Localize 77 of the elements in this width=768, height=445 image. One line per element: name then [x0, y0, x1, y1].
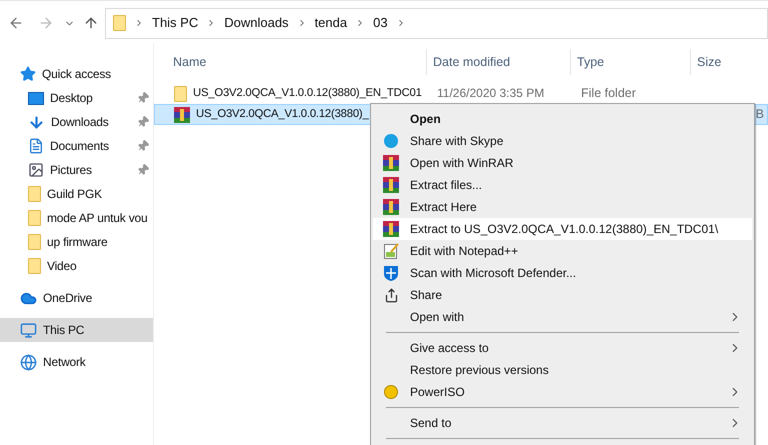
breadcrumb[interactable]: This PC: [152, 13, 198, 33]
monitor-icon: [20, 322, 37, 338]
breadcrumb[interactable]: Downloads: [224, 13, 289, 33]
sidebar-label: OneDrive: [43, 290, 92, 307]
column-header[interactable]: Name: [173, 52, 206, 72]
desktop-icon: [28, 92, 44, 104]
sidebar-label: up firmware: [47, 234, 108, 251]
network-icon: [20, 354, 37, 370]
menu-item[interactable]: Extract to US_O3V2.0QCA_V1.0.0.12(3880)_EN_TDC01\: [373, 218, 752, 240]
sidebar-label: Video: [47, 258, 76, 275]
file-name: US_O3V2.0QCA_V1.0.0.12(3880)_: [196, 107, 369, 122]
sidebar-label: Network: [43, 354, 86, 371]
menu-item[interactable]: Give access to: [373, 337, 752, 359]
notepad-icon: [384, 243, 398, 259]
breadcrumb[interactable]: tenda: [314, 13, 348, 33]
sidebar-item[interactable]: mode AP untuk vou: [0, 206, 153, 230]
menu-item[interactable]: Restore previous versions: [373, 359, 752, 381]
archive-icon: [383, 199, 399, 215]
column-header[interactable]: Date modified: [433, 52, 510, 72]
folder-icon: [28, 186, 41, 202]
menu-item[interactable]: Open: [373, 108, 752, 130]
breadcrumb[interactable]: 03: [373, 13, 388, 33]
shield-icon: [383, 265, 399, 281]
column-header[interactable]: Size: [697, 52, 722, 72]
sidebar-item[interactable]: Documents: [0, 134, 153, 158]
folder-icon: [113, 15, 126, 31]
menu-item[interactable]: Share: [373, 284, 752, 306]
folder-icon: [174, 86, 187, 102]
archive-icon: [383, 221, 399, 237]
sidebar-label: Downloads: [51, 114, 109, 131]
sidebar-item[interactable]: OneDrive: [0, 286, 153, 310]
picture-icon: [28, 162, 44, 178]
date-modified: 11/26/2020 3:35 PM: [437, 86, 544, 100]
archive-icon: [383, 177, 399, 193]
sidebar-item[interactable]: Network: [0, 350, 153, 374]
sidebar-item[interactable]: Quick access: [0, 62, 153, 86]
column-header[interactable]: Type: [577, 52, 604, 72]
file-row[interactable]: US_O3V2.0QCA_V1.0.0.12(3880)_EN_TDC01 11/26/2020 3:35 PM File folder: [154, 83, 768, 104]
sidebar-label: Quick access: [42, 66, 111, 83]
sidebar-item[interactable]: Guild PGK: [0, 182, 153, 206]
sidebar-label: Documents: [50, 138, 109, 155]
address-bar[interactable]: This PC Downloads tenda 03: [105, 8, 768, 38]
sidebar-item[interactable]: Video: [0, 254, 153, 278]
file-name: US_O3V2.0QCA_V1.0.0.12(3880)_EN_TDC01: [193, 86, 422, 102]
download-icon: [28, 114, 45, 130]
sidebar-label: Guild PGK: [47, 186, 102, 203]
menu-item[interactable]: Share with Skype: [373, 130, 752, 152]
sidebar-label: This PC: [43, 322, 84, 339]
sidebar-item[interactable]: This PC: [0, 318, 153, 342]
sidebar-item[interactable]: Downloads: [0, 110, 153, 134]
menu-item[interactable]: Extract Here: [373, 196, 752, 218]
share-icon: [384, 288, 398, 302]
folder-icon: [28, 234, 41, 250]
folder-icon: [28, 258, 41, 274]
menu-item[interactable]: Scan with Microsoft Defender...: [373, 262, 752, 284]
sidebar-item[interactable]: up firmware: [0, 230, 153, 254]
sidebar-item[interactable]: Desktop: [0, 86, 153, 110]
menu-item[interactable]: Open with WinRAR: [373, 152, 752, 174]
file-type: File folder: [581, 86, 636, 100]
menu-item[interactable]: Open with: [373, 306, 752, 328]
sidebar-label: Desktop: [50, 90, 93, 107]
archive-icon: [174, 106, 190, 122]
archive-icon: [383, 155, 399, 171]
menu-item[interactable]: PowerISO: [373, 381, 752, 403]
back-icon[interactable]: [8, 15, 24, 31]
sidebar-label: Pictures: [50, 162, 92, 179]
sidebar-item[interactable]: Pictures: [0, 158, 153, 182]
menu-item[interactable]: Send to: [373, 412, 752, 434]
file-size: B: [756, 106, 764, 124]
document-icon: [28, 138, 44, 154]
menu-item[interactable]: Edit with Notepad++: [373, 240, 752, 262]
skype-icon: [384, 134, 398, 148]
sidebar-label: mode AP untuk vou: [47, 210, 148, 227]
star-icon: [20, 66, 36, 82]
folder-icon: [28, 210, 41, 226]
menu-item[interactable]: Extract files...: [373, 174, 752, 196]
up-icon[interactable]: [83, 15, 99, 31]
